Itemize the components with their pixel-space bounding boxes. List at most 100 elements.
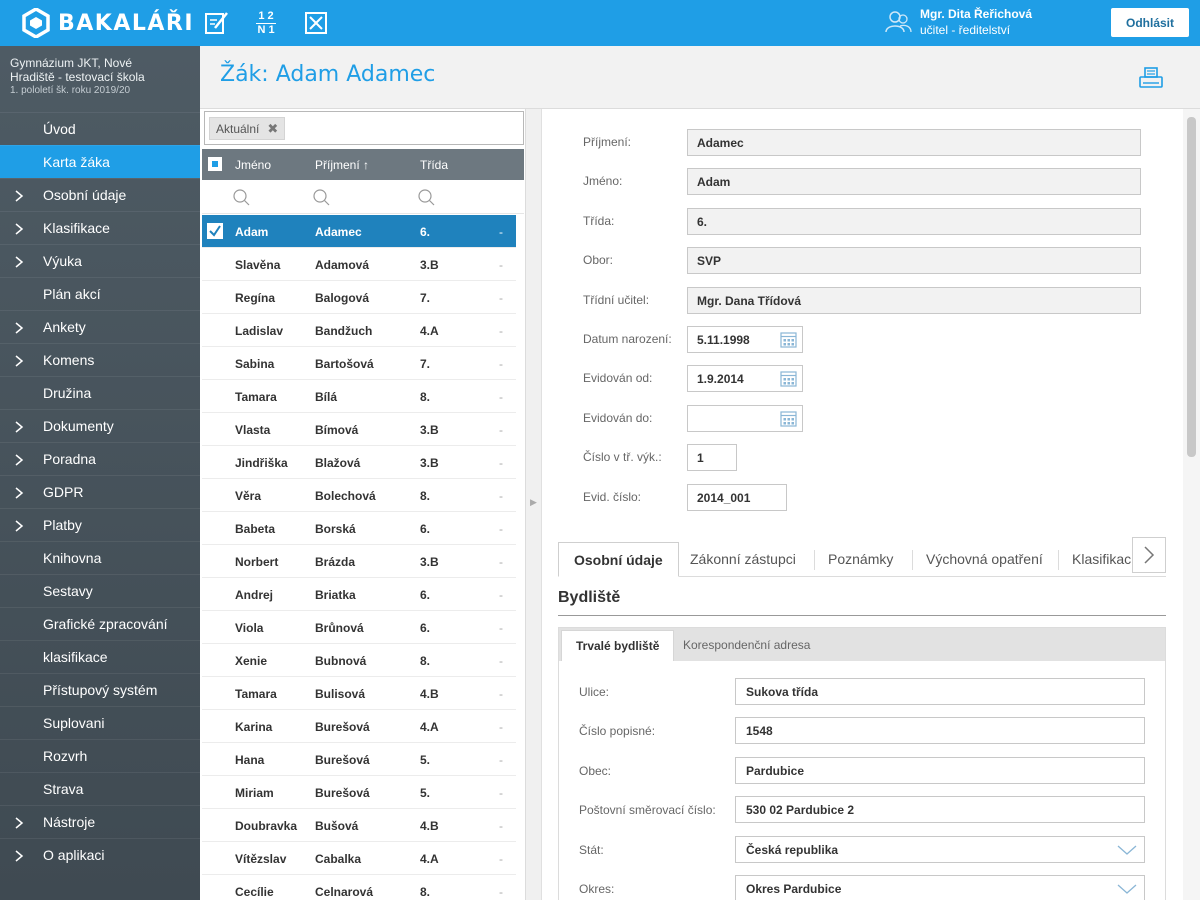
field-value[interactable]: 5.11.1998 — [687, 326, 803, 353]
sidebar-item[interactable]: GDPR — [0, 475, 200, 508]
table-row[interactable]: Jindřiška Blažová 3.B - — [202, 446, 516, 479]
sidebar-item[interactable]: Družina — [0, 376, 200, 409]
column-header-first-name[interactable]: Jméno — [235, 158, 271, 172]
sidebar-item[interactable]: Strava — [0, 772, 200, 805]
sidebar-item[interactable]: Suplovani — [0, 706, 200, 739]
chevron-right-icon — [14, 354, 24, 370]
panel-splitter[interactable]: ▶ — [526, 109, 542, 900]
address-input[interactable]: Sukova třída — [735, 678, 1145, 705]
sidebar-item[interactable]: Osobní údaje — [0, 178, 200, 211]
tabs-next-button[interactable] — [1132, 537, 1166, 573]
calendar-icon[interactable] — [780, 370, 797, 387]
sidebar-item-label: Strava — [43, 781, 84, 797]
field-value[interactable]: 2014_001 — [687, 483, 787, 511]
edit-notebook-icon[interactable] — [202, 9, 230, 37]
field-value[interactable]: Adamec — [687, 129, 1141, 156]
tab-1[interactable]: Zákonní zástupci — [690, 542, 796, 577]
table-row[interactable]: Andrej Briatka 6. - — [202, 578, 516, 611]
sidebar-item[interactable]: Rozvrh — [0, 739, 200, 772]
table-row[interactable]: Norbert Brázda 3.B - — [202, 545, 516, 578]
column-header-class[interactable]: Třída — [420, 158, 448, 172]
detail-scrollbar[interactable] — [1183, 109, 1200, 900]
logout-button[interactable]: Odhlásit — [1111, 8, 1189, 37]
sidebar-item[interactable]: Platby — [0, 508, 200, 541]
table-row[interactable]: Sabina Bartošová 7. - — [202, 347, 516, 380]
sidebar-item[interactable]: Klasifikace — [0, 211, 200, 244]
address-select[interactable]: Česká republika — [735, 835, 1145, 863]
table-row[interactable]: Karina Burešová 4.A - — [202, 710, 516, 743]
filter-tag[interactable]: Aktuální ✖ — [209, 117, 286, 140]
cell-class: 4.B — [420, 687, 439, 701]
sidebar-item[interactable]: Dokumenty — [0, 409, 200, 442]
field-value[interactable]: 6. — [687, 207, 1141, 235]
table-row[interactable]: Miriam Burešová 5. - — [202, 776, 516, 809]
row-checkbox[interactable] — [207, 223, 223, 239]
table-row[interactable]: Adam Adamec 6. - — [202, 215, 516, 248]
table-row[interactable]: Vlasta Bímová 3.B - — [202, 413, 516, 446]
column-header-last-name[interactable]: Příjmení ↑ — [315, 158, 369, 172]
sidebar-item[interactable]: O aplikaci — [0, 838, 200, 871]
subtab-correspondence[interactable]: Korespondenční adresa — [669, 628, 824, 661]
sidebar-item[interactable]: Nástroje — [0, 805, 200, 838]
table-row[interactable]: Tamara Bulisová 4.B - — [202, 677, 516, 710]
sidebar-item[interactable]: Ankety — [0, 310, 200, 343]
sidebar-item[interactable]: Poradna — [0, 442, 200, 475]
table-row[interactable]: Ladislav Bandžuch 4.A - — [202, 314, 516, 347]
sidebar-item[interactable]: Knihovna — [0, 541, 200, 574]
app-logo[interactable]: BAKALÁŘI — [22, 8, 194, 38]
table-row[interactable]: Doubravka Bušová 4.B - — [202, 809, 516, 842]
search-first-name-icon[interactable] — [232, 188, 250, 206]
table-row[interactable]: Viola Brůnová 6. - — [202, 611, 516, 644]
field-value[interactable]: 1.9.2014 — [687, 365, 803, 393]
table-row[interactable]: Regína Balogová 7. - — [202, 281, 516, 314]
subtab-permanent[interactable]: Trvalé bydliště — [561, 630, 675, 661]
search-last-name-icon[interactable] — [312, 188, 330, 206]
tab-3[interactable]: Výchovná opatření — [926, 542, 1043, 577]
table-row[interactable]: Cecílie Celnarová 8. - — [202, 875, 516, 900]
address-input[interactable]: 530 02 Pardubice 2 — [735, 796, 1145, 824]
calendar-icon[interactable] — [780, 410, 797, 427]
field-value[interactable]: Adam — [687, 168, 1141, 196]
scroll-thumb[interactable] — [1187, 117, 1196, 457]
tab-2[interactable]: Poznámky — [828, 542, 893, 577]
sidebar-item[interactable]: Grafické zpracování — [0, 607, 200, 640]
sidebar-item[interactable]: Karta žáka — [0, 145, 200, 178]
sidebar-item[interactable]: Úvod — [0, 112, 200, 145]
remove-tag-icon[interactable]: ✖ — [267, 121, 278, 137]
select-all-checkbox[interactable] — [208, 157, 222, 171]
search-class-icon[interactable] — [417, 188, 435, 206]
sidebar-item[interactable]: Přístupový systém — [0, 673, 200, 706]
tab-4[interactable]: Klasifikac — [1072, 542, 1132, 577]
sidebar-item[interactable]: Výuka — [0, 244, 200, 277]
sidebar-item[interactable]: Sestavy — [0, 574, 200, 607]
table-row[interactable]: Hana Burešová 5. - — [202, 743, 516, 776]
address-input[interactable]: Pardubice — [735, 756, 1145, 784]
table-row[interactable]: Tamara Bílá 8. - — [202, 380, 516, 413]
print-icon[interactable] — [1138, 66, 1164, 92]
row-marker: - — [499, 423, 503, 437]
address-select[interactable]: Okres Pardubice — [735, 875, 1145, 900]
field-value[interactable] — [687, 404, 803, 432]
sidebar-item[interactable]: Komens — [0, 343, 200, 376]
table-row[interactable]: Vítězslav Cabalka 4.A - — [202, 842, 516, 875]
fraction-icon[interactable]: 1 2 N 1 — [252, 9, 280, 37]
sidebar-item-label: Poradna — [43, 451, 96, 467]
tab-0[interactable]: Osobní údaje — [558, 542, 679, 577]
address-input[interactable]: 1548 — [735, 717, 1145, 745]
user-info[interactable]: Mgr. Dita Řeřichová učitel - ředitelství — [884, 6, 1032, 38]
cell-first: Cecílie — [235, 885, 274, 899]
calendar-icon[interactable] — [780, 331, 797, 348]
sidebar-item[interactable]: klasifikace — [0, 640, 200, 673]
table-row[interactable]: Xenie Bubnová 8. - — [202, 644, 516, 677]
field-value[interactable]: SVP — [687, 247, 1141, 275]
field-value[interactable]: 1 — [687, 444, 737, 472]
field-value[interactable]: Mgr. Dana Třídová — [687, 286, 1141, 314]
table-row[interactable]: Slavěna Adamová 3.B - — [202, 248, 516, 281]
cell-class: 3.B — [420, 258, 439, 272]
filter-box[interactable]: Aktuální ✖ — [204, 111, 524, 145]
table-row[interactable]: Babeta Borská 6. - — [202, 512, 516, 545]
table-row[interactable]: Věra Bolechová 8. - — [202, 479, 516, 512]
close-box-icon[interactable] — [302, 9, 330, 37]
cell-first: Xenie — [235, 654, 268, 668]
sidebar-item[interactable]: Plán akcí — [0, 277, 200, 310]
